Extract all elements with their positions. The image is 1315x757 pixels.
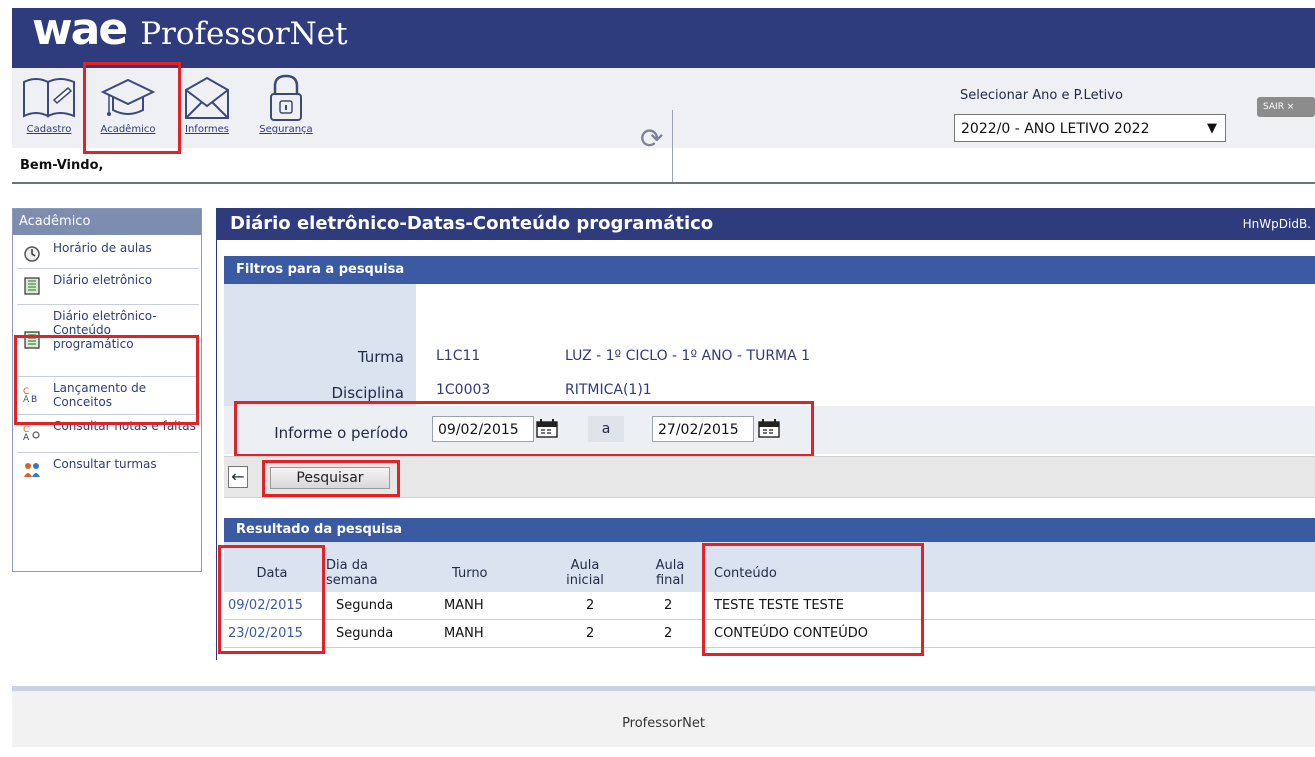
people-icon xyxy=(24,463,40,477)
sidebar-item-diario[interactable]: Diário eletrônico xyxy=(17,271,199,305)
highlight-content-column xyxy=(702,543,924,656)
cell-final: 2 xyxy=(664,626,673,641)
welcome-bar xyxy=(12,148,1315,184)
col-final-line2: final xyxy=(655,573,684,588)
sidebar-item-turmas[interactable]: Consultar turmas xyxy=(17,455,199,489)
disciplina-desc: RITMICA(1)1 xyxy=(565,382,652,398)
cell-final: 2 xyxy=(664,598,673,613)
svg-text:A: A xyxy=(23,433,30,441)
period-select-value: 2022/0 - ANO LETIVO 2022 xyxy=(961,121,1150,137)
toolbar-seguranca[interactable]: Segurança xyxy=(255,72,317,144)
sidebar-title: Acadêmico xyxy=(13,209,201,235)
period-select[interactable]: 2022/0 - ANO LETIVO 2022 ▼ xyxy=(954,114,1226,142)
col-turno: Turno xyxy=(452,566,488,581)
filters-header: Filtros para a pesquisa xyxy=(224,256,1315,284)
app-name: ProfessorNet xyxy=(140,16,348,52)
refresh-icon[interactable]: ⟳ xyxy=(640,122,663,155)
toolbar-divider xyxy=(672,110,673,182)
back-arrow-icon[interactable]: ← xyxy=(228,466,248,488)
col-inicial: Aula inicial xyxy=(560,558,610,588)
lock-icon xyxy=(270,74,302,121)
logout-button[interactable]: SAIR × xyxy=(1257,97,1315,117)
cell-dia: Segunda xyxy=(336,598,394,613)
wae-logo-text: wae xyxy=(32,4,128,55)
results-header: Resultado da pesquisa xyxy=(224,518,1315,542)
highlight-date-column xyxy=(218,545,325,654)
col-final: Aula final xyxy=(648,558,692,588)
toolbar-label: Informes xyxy=(185,124,229,135)
cell-inicial: 2 xyxy=(586,598,595,613)
page-code: HnWpDidB. xyxy=(1242,217,1311,231)
toolbar-label: Segurança xyxy=(259,124,313,135)
chevron-down-icon: ▼ xyxy=(1207,121,1217,136)
toolbar-informes[interactable]: Informes xyxy=(176,72,238,144)
highlight-academico xyxy=(83,62,181,154)
cell-dia: Segunda xyxy=(336,626,394,641)
toolbar-cadastro[interactable]: Cadastro xyxy=(18,72,80,144)
turma-label: Turma xyxy=(357,348,404,366)
highlight-search-button xyxy=(262,460,400,497)
sidebar-item-label: Consultar turmas xyxy=(53,457,157,471)
toolbar-label: Cadastro xyxy=(26,124,72,135)
ledger-icon xyxy=(24,277,40,295)
app-logo: wae ProfessorNet xyxy=(32,4,348,56)
welcome-text: Bem-Vindo, xyxy=(20,158,104,173)
cell-inicial: 2 xyxy=(586,626,595,641)
col-inicial-line2: inicial xyxy=(566,573,604,588)
col-dia-line2: semana xyxy=(326,573,378,588)
footer: ProfessorNet xyxy=(12,691,1315,747)
sidebar-item-label: Horário de aulas xyxy=(53,241,152,255)
cell-turno: MANH xyxy=(444,598,484,613)
col-final-line1: Aula xyxy=(655,558,685,573)
page-header: Diário eletrônico-Datas-Conteúdo program… xyxy=(216,208,1315,240)
envelope-icon xyxy=(185,76,229,119)
turma-code: L1C11 xyxy=(436,348,481,364)
period-select-label: Selecionar Ano e P.Letivo xyxy=(960,88,1123,103)
col-dia: Dia da semana xyxy=(326,558,398,588)
highlight-sidebar-item xyxy=(14,335,199,425)
turma-desc: LUZ - 1º CICLO - 1º ANO - TURMA 1 xyxy=(565,348,811,364)
disciplina-code: 1C0003 xyxy=(436,382,491,398)
col-inicial-line1: Aula xyxy=(570,558,600,573)
disciplina-label: Disciplina xyxy=(331,384,404,402)
cell-turno: MANH xyxy=(444,626,484,641)
book-icon xyxy=(23,78,75,118)
sidebar-item-label: Diário eletrônico xyxy=(53,273,153,287)
highlight-period xyxy=(234,401,814,457)
clock-icon xyxy=(24,246,40,262)
page-title: Diário eletrônico-Datas-Conteúdo program… xyxy=(230,213,714,234)
search-grades-icon: CA xyxy=(23,425,40,441)
sidebar-item-horario[interactable]: Horário de aulas xyxy=(17,239,199,269)
col-dia-line1: Dia da xyxy=(326,558,368,573)
